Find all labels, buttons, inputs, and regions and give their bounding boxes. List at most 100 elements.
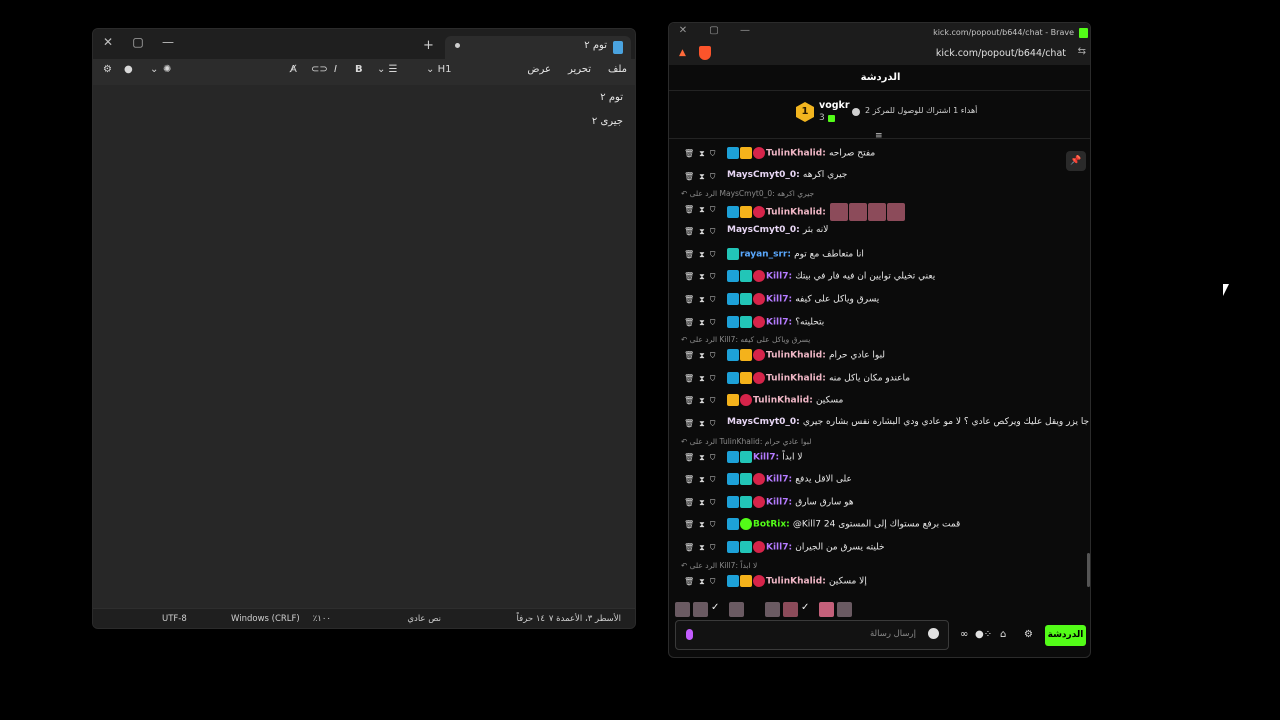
emote[interactable] [693,602,708,617]
message-mod-actions[interactable]: 🗑⧗⛉ [684,475,721,485]
message-mod-actions[interactable]: 🗑⧗⛉ [684,374,721,384]
url-text[interactable]: kick.com/popout/b644/chat [936,48,1066,59]
emote[interactable] [747,602,762,617]
message-mod-actions[interactable]: 🗑⧗⛉ [684,351,721,361]
emote[interactable] [783,602,798,617]
chat-message[interactable]: 🗑⧗⛉ TulinKhalid: لبوا عادي حرام [669,348,1090,366]
message-mod-actions[interactable]: 🗑⧗⛉ [684,205,721,215]
emote[interactable] [819,602,834,617]
menu-file[interactable]: ملف [608,64,627,75]
chat-message[interactable]: 🗑⧗⛉ Kill7: هو سارق سارق [669,495,1090,513]
status-encoding[interactable]: UTF-8 [162,614,187,624]
reply-context[interactable]: ↶ الرد على MaysCmyt0_0: جيري اكرهه [681,189,814,200]
warning-icon[interactable]: ▲ [679,48,686,58]
chat-username[interactable]: Kill7 [766,295,789,305]
minimize-icon[interactable]: — [735,25,755,36]
chat-message[interactable]: 🗑⧗⛉ MaysCmyt0_0: الحين انا جا يزر ويقل عل… [669,416,1090,434]
chat-username[interactable]: TulinKhalid [766,208,822,218]
maximize-icon[interactable]: ▢ [125,32,151,52]
chat-message[interactable]: 🗑⧗⛉ TulinKhalid: إلا مسكين [669,574,1090,592]
status-format[interactable]: نص عادي [407,614,441,624]
message-mod-actions[interactable]: 🗑⧗⛉ [684,396,721,406]
store-icon[interactable]: ⌂ [1000,629,1006,640]
chat-message[interactable]: 🗑⧗⛉ TulinKhalid: مسكين [669,393,1090,411]
reply-context[interactable]: ↶ الرد على TulinKhalid: لبوا عادي حرام [681,437,811,448]
editor-area[interactable]: توم ٢ جيرى ٢ [93,85,635,608]
top-gifter-name[interactable]: vogkr [819,100,850,111]
emoji-icon[interactable] [928,628,939,639]
chevron-down-icon[interactable]: ⌄ [150,64,158,75]
chat-message[interactable]: 🗑⧗⛉ Kill7: يسرق وياكل على كيفه [669,292,1090,310]
chat-input-box[interactable]: إرسال رسالة [675,620,949,650]
maximize-icon[interactable]: ▢ [704,25,724,36]
channel-points-icon[interactable]: ●⁘ [975,629,992,640]
close-icon[interactable]: ✕ [673,25,693,36]
chat-username[interactable]: Kill7 [766,317,789,327]
chat-username[interactable]: Kill7 [766,475,789,485]
brave-shield-icon[interactable] [699,46,711,60]
menu-view[interactable]: عرض [527,64,551,75]
emote[interactable]: ✓ [801,602,816,617]
chat-message[interactable]: 🗑⧗⛉ Kill7: على الاقل يدفع [669,472,1090,490]
chat-username[interactable]: MaysCmyt0_0 [727,225,796,235]
message-mod-actions[interactable]: 🗑⧗⛉ [684,272,721,282]
chat-username[interactable]: Kill7 [766,543,789,553]
chat-message[interactable]: 🗑⧗⛉ MaysCmyt0_0: جيري اكرهه [669,169,1090,187]
chat-username[interactable]: TulinKhalid [753,396,809,406]
chat-username[interactable]: Kill7 [766,497,789,507]
gear-icon[interactable]: ⚙ [103,64,112,75]
message-mod-actions[interactable]: 🗑⧗⛉ [684,172,721,182]
message-mod-actions[interactable]: 🗑⧗⛉ [684,520,721,530]
microphone-icon[interactable] [686,629,693,640]
chat-message[interactable]: 🗑⧗⛉ TulinKhalid: مفتح صراحه [669,146,1090,164]
minimize-icon[interactable]: — [155,32,181,52]
reply-context[interactable]: ↶ الرد على Kill7: لا ابداً [681,561,757,572]
message-mod-actions[interactable]: 🗑⧗⛉ [684,419,721,429]
chat-username[interactable]: Kill7 [766,272,789,282]
emote[interactable] [837,602,852,617]
message-mod-actions[interactable]: 🗑⧗⛉ [684,149,721,159]
emote[interactable] [867,203,886,222]
chat-username[interactable]: TulinKhalid [766,576,822,586]
heading-dropdown[interactable]: ⌄ H1 [426,64,451,75]
new-tab-button[interactable]: + [423,38,434,53]
message-mod-actions[interactable]: 🗑⧗⛉ [684,577,721,587]
reply-context[interactable]: ↶ الرد على Kill7: يسرق وياكل على كيفه [681,335,810,346]
bold-button[interactable]: B [355,64,363,75]
chat-username[interactable]: TulinKhalid [766,373,822,383]
account-icon[interactable]: ● [124,64,133,75]
emote[interactable] [829,203,848,222]
clear-format-icon[interactable]: A̸ [290,64,297,75]
send-chat-button[interactable]: الدردشة [1045,625,1086,646]
emote[interactable] [729,602,744,617]
status-line-ending[interactable]: Windows (CRLF) [231,614,300,624]
chat-username[interactable]: BotRix [753,520,786,530]
chat-message[interactable]: 🗑⧗⛉ MaysCmyt0_0: لانه بثر [669,224,1090,242]
message-mod-actions[interactable]: 🗑⧗⛉ [684,318,721,328]
emote[interactable] [886,203,905,222]
menu-edit[interactable]: تحرير [568,64,591,75]
chat-username[interactable]: MaysCmyt0_0 [727,417,796,427]
chat-username[interactable]: TulinKhalid [766,351,822,361]
chat-message[interactable]: 🗑⧗⛉ rayan_srr: انا متعاطف مع توم [669,247,1090,265]
message-mod-actions[interactable]: 🗑⧗⛉ [684,453,721,463]
collapse-icon[interactable]: ≡ [875,131,883,141]
close-icon[interactable]: ✕ [95,32,121,52]
gear-icon[interactable]: ⚙ [1024,629,1033,640]
chat-message[interactable]: 🗑⧗⛉ Kill7: لا ابداً [669,450,1090,468]
chat-message[interactable]: 🗑⧗⛉ Kill7: بتحليته؟ [669,315,1090,333]
chat-message[interactable]: 🗑⧗⛉ Kill7: يعني تخيلي توايين ان فيه فار ف… [669,269,1090,287]
chat-input[interactable]: إرسال رسالة [870,629,916,639]
chat-message[interactable]: 🗑⧗⛉ BotRix: @Kill7 قمت برفع مستواك إلى ال… [669,517,1090,535]
message-mod-actions[interactable]: 🗑⧗⛉ [684,250,721,260]
chat-message[interactable]: 🗑⧗⛉ TulinKhalid: [669,202,1090,222]
emote[interactable]: ✓ [711,602,726,617]
emote[interactable] [765,602,780,617]
url-bar[interactable]: ▲ kick.com/popout/b644/chat ⇆ [669,43,1090,65]
chat-username[interactable]: Kill7 [753,452,776,462]
chat-username[interactable]: TulinKhalid [766,149,822,159]
emote[interactable] [848,203,867,222]
link-icon[interactable]: ⊂⊃ [311,64,328,75]
message-mod-actions[interactable]: 🗑⧗⛉ [684,295,721,305]
copilot-icon[interactable]: ✺ [163,64,171,75]
